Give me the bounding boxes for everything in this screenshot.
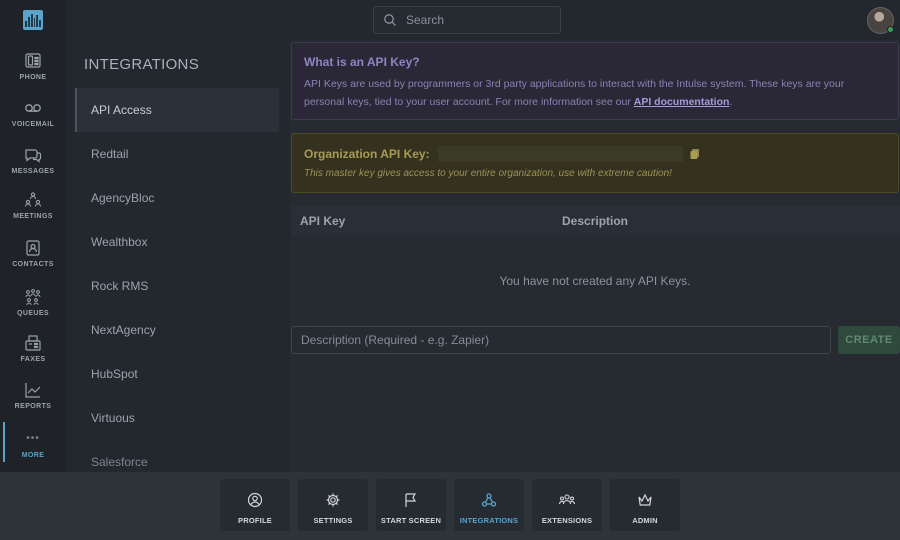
integrations-title: INTEGRATIONS <box>84 56 199 73</box>
dock-label: START SCREEN <box>380 516 442 525</box>
dock-label: SETTINGS <box>313 516 353 525</box>
contacts-icon <box>26 240 40 256</box>
search-placeholder: Search <box>406 13 445 27</box>
nav-meetings[interactable]: MEETINGS <box>0 189 66 235</box>
integration-item-redtail[interactable]: Redtail <box>75 132 279 176</box>
integrations-icon <box>481 493 497 507</box>
reports-icon <box>25 383 41 398</box>
gear-icon <box>326 493 340 507</box>
api-keys-table-header: API Key Description <box>291 206 900 236</box>
dock-label: EXTENSIONS <box>541 516 593 525</box>
crown-icon <box>638 493 652 506</box>
users-group-icon <box>559 494 575 505</box>
nav-label: MORE <box>21 452 45 459</box>
dock-label: INTEGRATIONS <box>459 516 519 525</box>
meetings-icon <box>24 192 42 207</box>
nav-more[interactable]: ••• MORE <box>0 422 66 476</box>
search-input[interactable]: Search <box>373 6 561 34</box>
nav-faxes[interactable]: FAXES <box>0 332 66 378</box>
messages-icon <box>25 149 42 163</box>
copy-icon[interactable] <box>689 148 701 160</box>
organization-key-box: Organization API Key: This master key gi… <box>291 133 899 193</box>
dock-admin-button[interactable]: ADMIN <box>610 479 680 531</box>
search-icon <box>384 14 396 26</box>
dock-integrations-button[interactable]: INTEGRATIONS <box>454 479 524 531</box>
nav-voicemail[interactable]: VOICEMAIL <box>0 97 66 143</box>
queues-icon <box>25 289 41 306</box>
settings-dock: PROFILE SETTINGS START SCREEN INTEGRATIO… <box>0 472 900 540</box>
column-header-api-key: API Key <box>300 214 346 228</box>
info-period: . <box>729 96 733 108</box>
nav-queues[interactable]: QUEUES <box>0 286 66 332</box>
nav-phone[interactable]: PHONE <box>0 50 66 96</box>
online-status-dot <box>887 26 894 33</box>
integrations-list: API Access Redtail AgencyBloc Wealthbox … <box>75 88 279 484</box>
avatar[interactable] <box>867 7 894 34</box>
integration-item-rock-rms[interactable]: Rock RMS <box>75 264 279 308</box>
voicemail-icon <box>25 104 41 112</box>
flag-icon <box>405 493 417 507</box>
dock-extensions-button[interactable]: EXTENSIONS <box>532 479 602 531</box>
create-button[interactable]: CREATE <box>838 326 900 354</box>
left-nav-rail: PHONE VOICEMAIL MESSAGES MEETINGS CONTAC… <box>0 0 66 472</box>
nav-messages[interactable]: MESSAGES <box>0 144 66 190</box>
nav-label: PHONE <box>19 74 47 81</box>
dock-profile-button[interactable]: PROFILE <box>220 479 290 531</box>
nav-reports[interactable]: REPORTS <box>0 379 66 425</box>
nav-label: CONTACTS <box>12 261 54 268</box>
integration-item-hubspot[interactable]: HubSpot <box>75 352 279 396</box>
app-logo-icon[interactable] <box>23 10 43 30</box>
org-key-warning: This master key gives access to your ent… <box>304 168 672 179</box>
nav-label: QUEUES <box>17 310 49 317</box>
more-icon: ••• <box>26 433 40 444</box>
info-title: What is an API Key? <box>304 55 420 69</box>
dock-settings-button[interactable]: SETTINGS <box>298 479 368 531</box>
faxes-icon <box>25 335 41 351</box>
empty-table-message: You have not created any API Keys. <box>499 274 691 288</box>
info-text: API Keys are used by programmers or 3rd … <box>304 75 886 111</box>
org-key-value-masked[interactable] <box>437 146 683 162</box>
integration-item-wealthbox[interactable]: Wealthbox <box>75 220 279 264</box>
dock-label: ADMIN <box>632 516 658 525</box>
nav-label: MEETINGS <box>13 213 53 220</box>
dock-label: PROFILE <box>238 516 272 525</box>
integration-item-api-access[interactable]: API Access <box>75 88 279 132</box>
nav-contacts[interactable]: CONTACTS <box>0 237 66 283</box>
api-documentation-link[interactable]: API documentation <box>634 96 730 108</box>
user-circle-icon <box>247 492 263 508</box>
dock-start-screen-button[interactable]: START SCREEN <box>376 479 446 531</box>
api-key-info-box: What is an API Key? API Keys are used by… <box>291 42 899 120</box>
phone-icon <box>25 53 41 68</box>
nav-label: VOICEMAIL <box>11 121 55 128</box>
description-input[interactable] <box>291 326 831 354</box>
nav-label: MESSAGES <box>11 168 55 175</box>
info-body: API Keys are used by programmers or 3rd … <box>304 78 845 108</box>
column-header-description: Description <box>562 214 629 228</box>
integration-item-agencybloc[interactable]: AgencyBloc <box>75 176 279 220</box>
nav-label: FAXES <box>20 356 46 363</box>
org-key-title: Organization API Key: <box>304 147 430 161</box>
integration-item-nextagency[interactable]: NextAgency <box>75 308 279 352</box>
integration-item-virtuous[interactable]: Virtuous <box>75 396 279 440</box>
nav-label: REPORTS <box>14 403 52 410</box>
